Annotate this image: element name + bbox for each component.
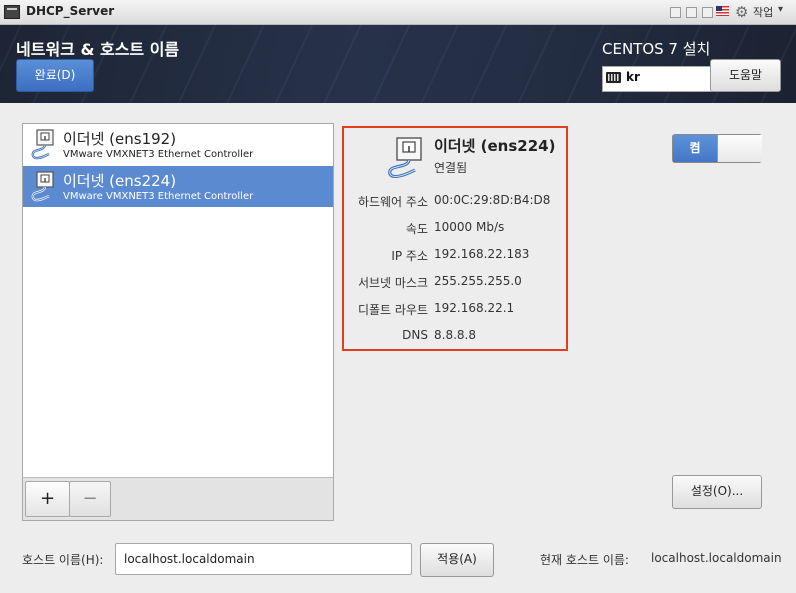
page-title: 네트워크 & 호스트 이름 xyxy=(16,40,180,59)
done-button[interactable]: 완료(D) xyxy=(16,59,94,92)
app-window-icon xyxy=(4,5,20,19)
device-name: 이더넷 (ens224) xyxy=(63,172,177,190)
us-flag-icon[interactable] xyxy=(716,6,729,16)
ethernet-port-icon xyxy=(388,137,422,179)
connection-status: 연결됨 xyxy=(434,161,468,175)
device-row-ens224[interactable]: 이더넷 (ens224) VMware VMXNET3 Ethernet Con… xyxy=(23,166,333,207)
help-button[interactable]: 도움말 xyxy=(710,59,781,92)
ip-address-label: IP 주소 xyxy=(391,249,428,263)
product-title: CENTOS 7 설치 xyxy=(602,40,711,58)
device-description: VMware VMXNET3 Ethernet Controller xyxy=(63,149,254,160)
default-route-label: 디폴트 라우트 xyxy=(357,303,428,317)
switch-on-label[interactable]: 켬 xyxy=(673,135,717,162)
device-name: 이더넷 (ens192) xyxy=(63,130,177,148)
subnet-mask-value: 255.255.255.0 xyxy=(434,274,522,288)
subnet-mask-label: 서브넷 마스크 xyxy=(357,276,428,290)
switch-knob[interactable] xyxy=(717,135,762,162)
current-hostname-label: 현재 호스트 이름: xyxy=(540,553,629,567)
ip-address-value: 192.168.22.183 xyxy=(434,247,530,261)
chevron-down-icon[interactable]: ▾ xyxy=(778,4,783,15)
keyboard-icon xyxy=(606,72,621,83)
settings-button[interactable]: 설정(O)... xyxy=(672,475,762,509)
hostname-input[interactable] xyxy=(115,543,412,575)
ethernet-port-icon xyxy=(31,129,54,160)
dns-value: 8.8.8.8 xyxy=(434,328,476,342)
restore-window-button[interactable] xyxy=(686,7,697,18)
work-menu-label[interactable]: 작업 xyxy=(753,4,773,20)
hostname-label: 호스트 이름(H): xyxy=(22,553,104,567)
remove-device-button[interactable]: − xyxy=(69,481,111,517)
speed-label: 속도 xyxy=(405,222,428,236)
keyboard-layout-code: kr xyxy=(626,70,640,84)
device-row-ens192[interactable]: 이더넷 (ens192) VMware VMXNET3 Ethernet Con… xyxy=(23,124,333,165)
device-description: VMware VMXNET3 Ethernet Controller xyxy=(63,191,254,202)
maximize-window-button[interactable] xyxy=(702,7,713,18)
current-hostname-value: localhost.localdomain xyxy=(651,551,782,565)
add-device-button[interactable]: + xyxy=(25,481,70,517)
hardware-address-value: 00:0C:29:8D:B4:D8 xyxy=(434,193,551,207)
gear-icon[interactable]: ⚙ xyxy=(735,3,748,21)
detail-device-name: 이더넷 (ens224) xyxy=(434,137,556,155)
minimize-window-button[interactable] xyxy=(670,7,681,18)
window-titlebar: DHCP_Server ⚙ 작업 ▾ xyxy=(0,0,796,25)
apply-hostname-button[interactable]: 적용(A) xyxy=(420,543,494,577)
speed-value: 10000 Mb/s xyxy=(434,220,505,234)
default-route-value: 192.168.22.1 xyxy=(434,301,515,315)
ethernet-port-icon xyxy=(31,171,54,202)
window-title: DHCP_Server xyxy=(26,4,115,18)
dns-label: DNS xyxy=(402,328,428,342)
hardware-address-label: 하드웨어 주소 xyxy=(357,195,428,209)
